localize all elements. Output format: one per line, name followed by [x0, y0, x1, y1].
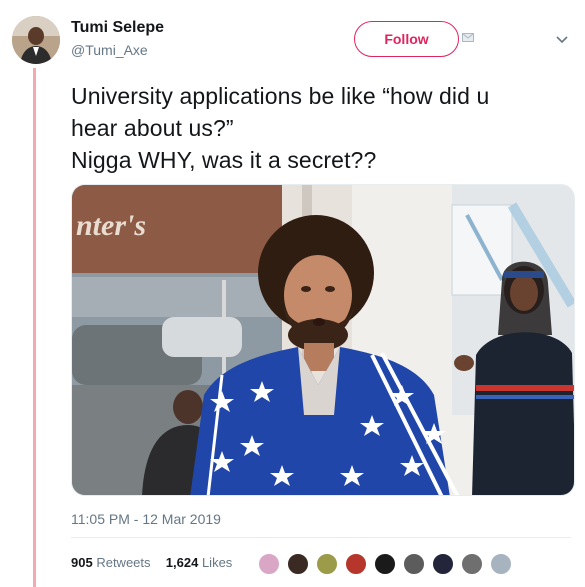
liker-avatar[interactable]	[402, 552, 426, 576]
liker-avatar[interactable]	[257, 552, 281, 576]
avatar[interactable]	[12, 16, 60, 64]
tweet-image[interactable]: nter's	[71, 184, 575, 496]
liker-avatar[interactable]	[344, 552, 368, 576]
tweet-line: Nigga WHY, was it a secret??	[71, 147, 377, 173]
liker-avatar[interactable]	[315, 552, 339, 576]
image-sign-text: nter's	[76, 209, 146, 242]
tweet-line: hear about us?”	[71, 115, 234, 141]
tweet-stats: 905 Retweets 1,624 Likes	[71, 555, 232, 570]
liker-avatar[interactable]	[489, 552, 513, 576]
liker-avatar[interactable]	[286, 552, 310, 576]
likes-label[interactable]: Likes	[202, 555, 232, 570]
user-handle[interactable]: @Tumi_Axe	[71, 42, 148, 58]
divider	[71, 537, 571, 538]
chevron-down-icon[interactable]	[556, 36, 568, 44]
tweet-timestamp[interactable]: 11:05 PM - 12 Mar 2019	[71, 511, 221, 527]
retweets-count[interactable]: 905	[71, 555, 93, 570]
liker-avatar[interactable]	[460, 552, 484, 576]
liker-avatar[interactable]	[431, 552, 455, 576]
user-name[interactable]: Tumi Selepe	[71, 19, 164, 37]
thread-line	[33, 68, 36, 587]
likes-count[interactable]: 1,624	[166, 555, 199, 570]
mail-icon[interactable]	[462, 33, 474, 42]
follow-button[interactable]: Follow	[354, 21, 459, 57]
liker-avatar[interactable]	[373, 552, 397, 576]
tweet-line: University applications be like “how did…	[71, 83, 490, 109]
tweet-text: University applications be like “how did…	[71, 80, 581, 176]
retweets-label[interactable]: Retweets	[96, 555, 150, 570]
